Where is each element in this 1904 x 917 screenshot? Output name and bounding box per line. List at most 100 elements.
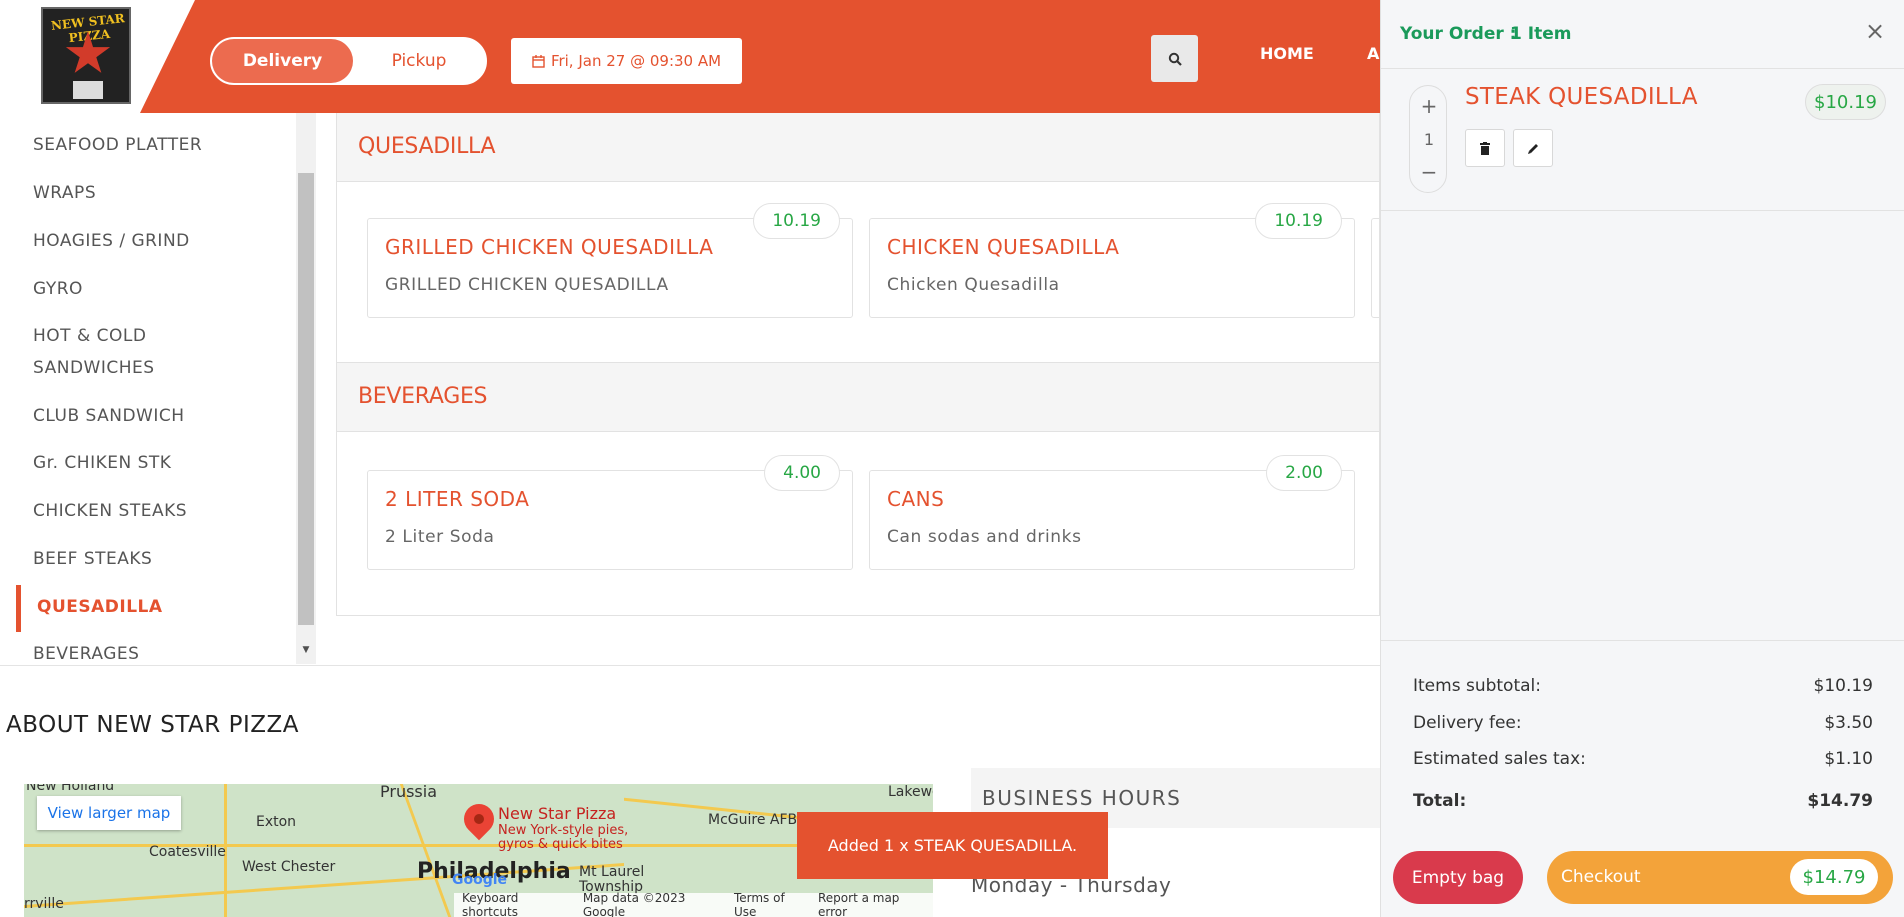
restaurant-logo[interactable]: NEW STAR PIZZA — [41, 7, 131, 104]
total-value: $14.79 — [1807, 791, 1873, 811]
sidebar-item-club-sandwich[interactable]: CLUB SANDWICH — [33, 400, 185, 432]
delivery-fee-label: Delivery fee: — [1413, 713, 1522, 733]
sidebar-item-gyro[interactable]: GYRO — [33, 273, 83, 305]
sidebar-item-gr-chiken-stk[interactable]: Gr. CHIKEN STK — [33, 447, 171, 479]
business-hours-title: BUSINESS HOURS — [982, 786, 1182, 810]
pickup-option[interactable]: Pickup — [353, 39, 485, 83]
map-place-name[interactable]: New Star Pizza — [498, 804, 616, 823]
edit-item-button[interactable] — [1513, 129, 1553, 167]
calendar-icon — [532, 54, 545, 68]
menu-item-card[interactable]: CHICKEN QUESADILLA Chicken Quesadilla 10… — [869, 203, 1355, 318]
schedule-picker[interactable]: Fri, Jan 27 @ 09:30 AM — [511, 38, 742, 84]
pencil-icon — [1527, 143, 1538, 154]
menu-item-name: 2 LITER SODA — [385, 487, 530, 511]
terms-link[interactable]: Terms of Use — [734, 891, 806, 917]
order-panel-header: Your Order : 1 Item × — [1381, 0, 1904, 69]
delete-item-button[interactable] — [1465, 129, 1505, 167]
sidebar-item-hot-cold-line2[interactable]: SANDWICHES — [33, 352, 155, 384]
increment-icon[interactable]: + — [1410, 94, 1448, 118]
checkout-amount: $14.79 — [1790, 859, 1878, 895]
section-divider — [0, 665, 1380, 666]
map-data-text: Map data ©2023 Google — [582, 891, 686, 917]
cart-item: + 1 − STEAK QUESADILLA $10.19 — [1381, 69, 1904, 211]
menu-item-price: 4.00 — [764, 455, 840, 491]
section-title: QUESADILLA — [358, 134, 496, 159]
sidebar-item-wraps[interactable]: WRAPS — [33, 177, 96, 209]
tax-label: Estimated sales tax: — [1413, 749, 1586, 769]
delivery-fee-row: Delivery fee: $3.50 — [1413, 713, 1873, 733]
map-pin-icon[interactable] — [457, 797, 501, 841]
menu-item-name: GRILLED CHICKEN QUESADILLA — [385, 235, 714, 259]
active-category-indicator — [16, 585, 21, 632]
map-footer: Keyboard shortcuts Map data ©2023 Google… — [454, 891, 933, 917]
total-label: Total: — [1413, 791, 1467, 811]
sidebar-item-chicken-steaks[interactable]: CHICKEN STEAKS — [33, 495, 187, 527]
logo-plate — [73, 81, 103, 99]
google-logo: Google — [452, 872, 508, 888]
menu-item-card-partial[interactable] — [1371, 218, 1379, 318]
sidebar-item-beef-steaks[interactable]: BEEF STEAKS — [33, 543, 152, 575]
map-label: Prussia — [380, 784, 438, 801]
menu-item-price: 10.19 — [1255, 203, 1342, 239]
menu-item-name: CHICKEN QUESADILLA — [887, 235, 1120, 259]
decrement-icon[interactable]: − — [1410, 160, 1448, 184]
site-header: NEW STAR PIZZA Delivery Pickup Fri, Jan … — [0, 0, 1380, 113]
subtotal-label: Items subtotal: — [1413, 676, 1541, 696]
keyboard-shortcuts-link[interactable]: Keyboard shortcuts — [462, 891, 571, 917]
report-error-link[interactable]: Report a map error — [818, 891, 925, 917]
map-label: rrville — [24, 896, 64, 912]
search-icon — [1168, 52, 1182, 66]
menu-item-description: Chicken Quesadilla — [887, 275, 1060, 295]
added-to-cart-toast: Added 1 x STEAK QUESADILLA. — [797, 812, 1108, 879]
map-road — [399, 784, 452, 917]
menu-item-card[interactable]: CANS Can sodas and drinks 2.00 — [869, 455, 1355, 570]
quantity-value: 1 — [1423, 130, 1435, 149]
trash-icon — [1480, 141, 1490, 155]
delivery-fee-value: $3.50 — [1824, 713, 1873, 733]
delivery-option[interactable]: Delivery — [212, 39, 353, 83]
subtotal-row: Items subtotal: $10.19 — [1413, 676, 1873, 696]
sidebar-item-beverages[interactable]: BEVERAGES — [33, 638, 139, 664]
menu-item-price: 10.19 — [753, 203, 840, 239]
menu-item-description: 2 Liter Soda — [385, 527, 495, 547]
menu-item-name: CANS — [887, 487, 945, 511]
about-title: ABOUT NEW STAR PIZZA — [6, 712, 299, 738]
order-title: Your Order : — [1400, 24, 1517, 44]
view-larger-map-link[interactable]: View larger map — [37, 796, 181, 830]
subtotal-value: $10.19 — [1813, 676, 1873, 696]
section-header-beverages: BEVERAGES — [337, 362, 1379, 432]
category-sidebar: SEAFOOD PLATTER WRAPS HOAGIES / GRIND GY… — [0, 113, 296, 664]
nav-home[interactable]: HOME — [1260, 44, 1314, 63]
scroll-down-arrow-icon[interactable]: ▼ — [299, 645, 313, 657]
sidebar-item-hoagies[interactable]: HOAGIES / GRIND — [33, 225, 190, 257]
tax-row: Estimated sales tax: $1.10 — [1413, 749, 1873, 769]
menu-item-price: 2.00 — [1266, 455, 1342, 491]
map-place-description: New York-style pies, gyros & quick bites — [498, 823, 629, 852]
sidebar-item-seafood-platter[interactable]: SEAFOOD PLATTER — [33, 129, 202, 161]
section-title: BEVERAGES — [358, 384, 488, 409]
map-label: West Chester — [242, 859, 336, 875]
search-button[interactable] — [1151, 35, 1198, 82]
cart-item-name: STEAK QUESADILLA — [1465, 84, 1698, 110]
order-type-toggle[interactable]: Delivery Pickup — [210, 37, 487, 85]
nav-about[interactable]: A — [1367, 44, 1379, 63]
map-label: Lakewo — [888, 784, 933, 800]
order-item-count: 1 Item — [1510, 24, 1572, 44]
menu-item-card[interactable]: 2 LITER SODA 2 Liter Soda 4.00 — [367, 455, 853, 570]
map-label: McGuire AFB — [708, 812, 798, 828]
tax-value: $1.10 — [1824, 749, 1873, 769]
empty-bag-button[interactable]: Empty bag — [1393, 851, 1523, 904]
checkout-button[interactable]: Checkout $14.79 — [1547, 851, 1893, 904]
quantity-stepper[interactable]: + 1 − — [1409, 85, 1447, 193]
checkout-label: Checkout — [1561, 867, 1641, 887]
menu-item-card[interactable]: GRILLED CHICKEN QUESADILLA GRILLED CHICK… — [367, 203, 853, 318]
sidebar-item-quesadilla[interactable]: QUESADILLA — [37, 591, 163, 623]
section-header-quesadilla: QUESADILLA — [337, 113, 1379, 182]
menu-item-description: GRILLED CHICKEN QUESADILLA — [385, 275, 669, 295]
close-icon[interactable]: × — [1862, 18, 1888, 44]
sidebar-item-hot-cold-line1[interactable]: HOT & COLD — [33, 320, 146, 352]
sidebar-scroll-thumb[interactable] — [298, 173, 314, 625]
menu-content: QUESADILLA GRILLED CHICKEN QUESADILLA GR… — [336, 113, 1380, 616]
map-label: Mt Laurel — [579, 864, 645, 880]
total-row: Total: $14.79 — [1413, 791, 1873, 811]
